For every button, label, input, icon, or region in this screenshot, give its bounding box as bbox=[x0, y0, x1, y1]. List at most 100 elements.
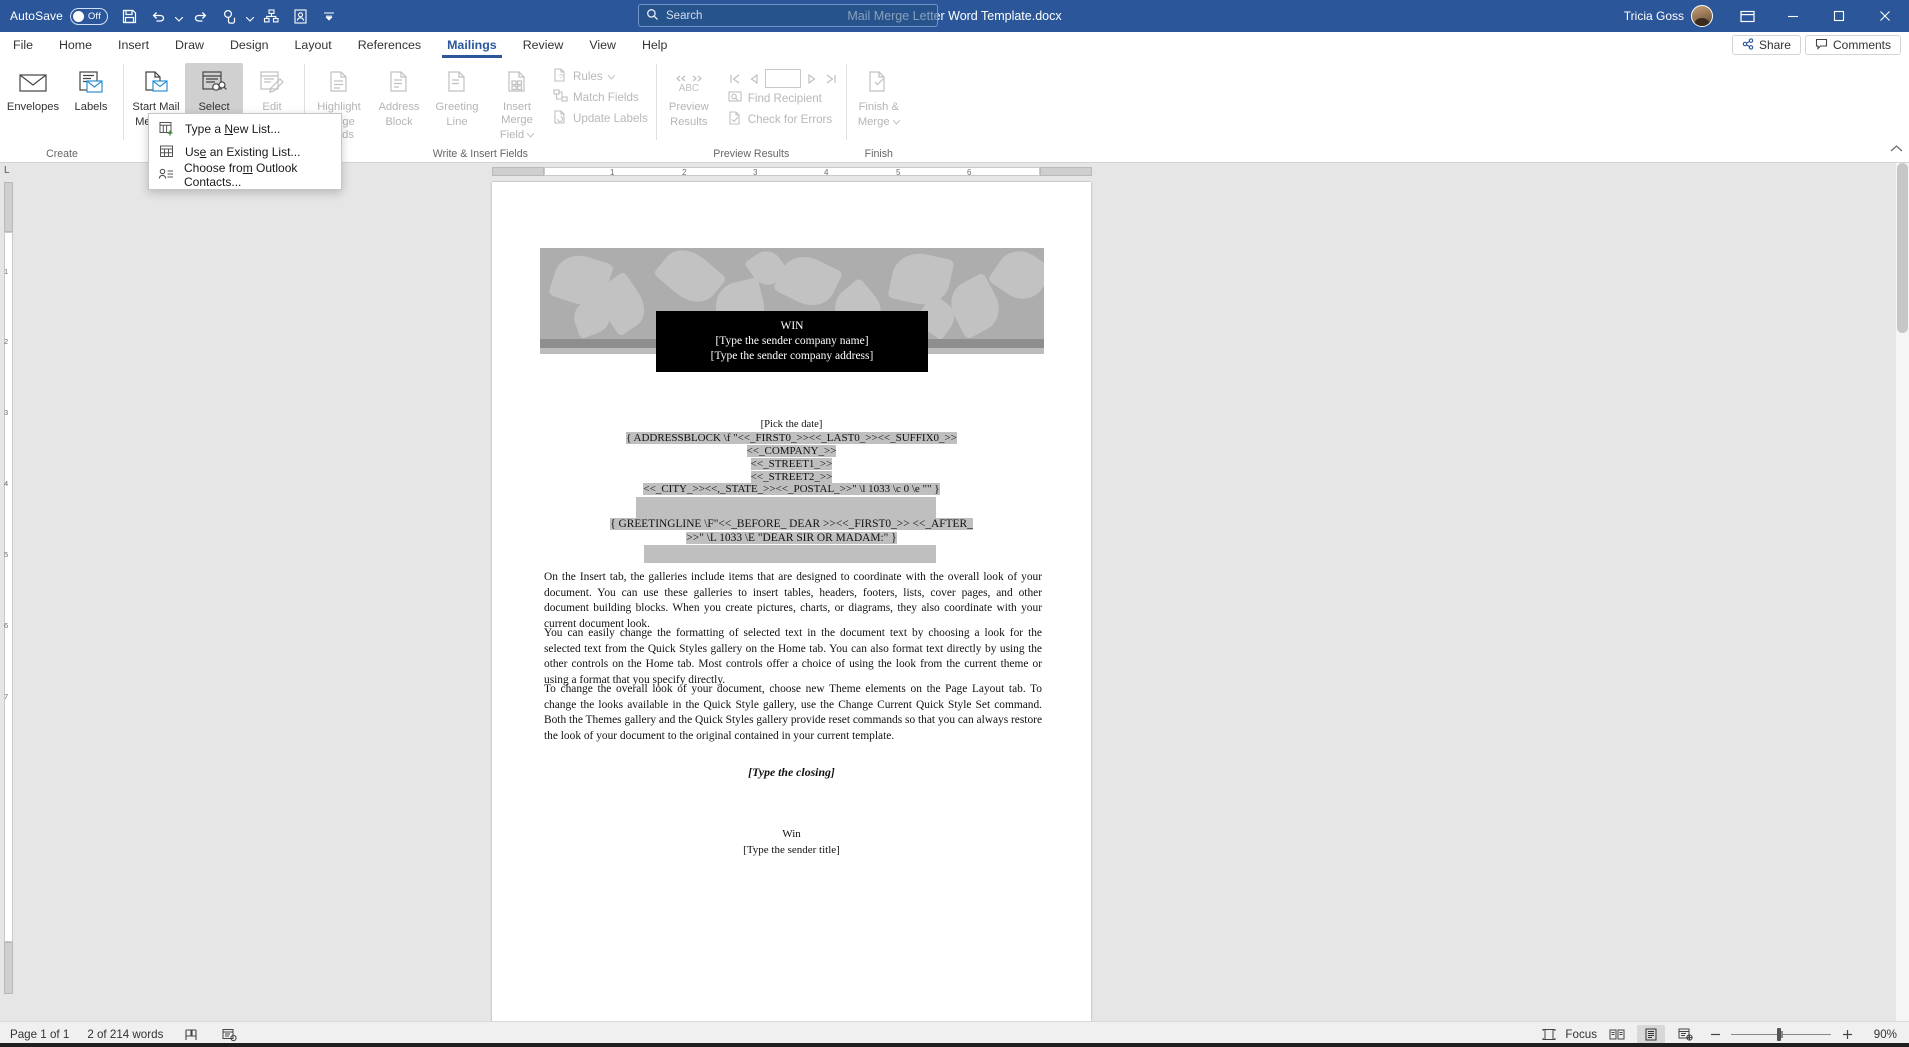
share-button[interactable]: Share bbox=[1731, 35, 1801, 55]
vruler-tick: 3 bbox=[4, 408, 9, 417]
menu-item-type-new-list[interactable]: Type a New List... bbox=[149, 117, 341, 140]
autosave-toggle-knob bbox=[72, 10, 84, 22]
contact-card-icon[interactable] bbox=[287, 3, 314, 29]
labels-button[interactable]: Labels bbox=[62, 63, 120, 116]
restore-button[interactable] bbox=[1817, 0, 1861, 32]
word-count-status[interactable]: 2 of 214 words bbox=[87, 1028, 163, 1041]
body-paragraph-3[interactable]: To change the overall look of your docum… bbox=[544, 682, 1042, 745]
tab-draw[interactable]: Draw bbox=[162, 32, 217, 58]
save-icon[interactable] bbox=[116, 3, 143, 29]
match-fields-command: Match Fields bbox=[548, 87, 653, 108]
focus-label[interactable]: Focus bbox=[1565, 1028, 1597, 1041]
address-block-field-line3-row[interactable]: <<_STREET1_>> bbox=[492, 458, 1091, 470]
web-layout-view-button[interactable] bbox=[1671, 1025, 1699, 1045]
ruler-margin-right bbox=[1040, 167, 1092, 176]
tab-view[interactable]: View bbox=[576, 32, 629, 58]
proofing-errors-icon[interactable] bbox=[181, 1025, 201, 1045]
zoom-in-icon[interactable] bbox=[1837, 1025, 1857, 1045]
collapse-ribbon-button[interactable] bbox=[1890, 142, 1903, 160]
menu-item-choose-outlook-contacts[interactable]: Choose from Outlook Contacts... bbox=[149, 161, 341, 189]
body-paragraph-1[interactable]: On the Insert tab, the galleries include… bbox=[544, 570, 1042, 633]
accessibility-checker-icon[interactable] bbox=[219, 1025, 239, 1045]
page-number-status[interactable]: Page 1 of 1 bbox=[10, 1028, 69, 1041]
vruler-margin-bottom bbox=[4, 942, 13, 994]
body-paragraph-2[interactable]: You can easily change the formatting of … bbox=[544, 626, 1042, 689]
ruler-tick: 1 bbox=[610, 168, 615, 177]
find-recipient-label: Find Recipient bbox=[747, 92, 822, 105]
close-button[interactable] bbox=[1863, 0, 1907, 32]
tab-review[interactable]: Review bbox=[510, 32, 577, 58]
labels-icon bbox=[76, 67, 106, 99]
tab-stop-selector[interactable]: L bbox=[4, 165, 10, 176]
greeting-line-field[interactable]: { GREETINGLINE \F"<<_BEFORE_ DEAR >><<_F… bbox=[492, 518, 1091, 530]
vertical-scrollbar[interactable] bbox=[1896, 163, 1909, 1021]
customize-qat-icon[interactable] bbox=[316, 3, 343, 29]
minimize-button[interactable] bbox=[1771, 0, 1815, 32]
envelopes-button[interactable]: Envelopes bbox=[4, 63, 62, 116]
ruler-tick: 3 bbox=[753, 168, 758, 177]
document-body: [Pick the date] { ADDRESSBLOCK \f "<<_FI… bbox=[492, 182, 1091, 1021]
address-block-field[interactable]: { ADDRESSBLOCK \f "<<_FIRST0_>><<_LAST0_… bbox=[492, 432, 1091, 444]
undo-chevron-down-icon[interactable] bbox=[174, 3, 185, 29]
organization-chart-icon[interactable] bbox=[258, 3, 285, 29]
ribbon-group-finish: Finish & Merge Finish bbox=[850, 58, 908, 162]
document-page[interactable]: WIN [Type the sender company name] [Type… bbox=[492, 182, 1091, 1021]
search-input[interactable] bbox=[666, 9, 930, 22]
redo-icon[interactable] bbox=[187, 3, 214, 29]
touch-mode-chevron-down-icon[interactable] bbox=[245, 3, 256, 29]
start-mail-merge-icon bbox=[141, 67, 171, 99]
select-recipients-dropdown-menu[interactable]: Type a New List... Use an Existing List.… bbox=[148, 113, 342, 190]
ribbon-display-options-icon[interactable] bbox=[1725, 0, 1769, 32]
preview-results-abc-icon: ABC bbox=[672, 67, 706, 99]
chevron-down-icon bbox=[892, 116, 901, 129]
signature-title-placeholder[interactable]: [Type the sender title] bbox=[492, 844, 1091, 856]
zoom-slider-thumb[interactable] bbox=[1777, 1028, 1781, 1041]
undo-icon[interactable] bbox=[145, 3, 172, 29]
address-block-label-2: Block bbox=[385, 116, 413, 129]
sender-company-name: [Type the sender company name] bbox=[715, 335, 869, 348]
address-field-line-2: <<_COMPANY_>> bbox=[746, 445, 837, 457]
autosave-toggle[interactable]: Off bbox=[69, 7, 108, 25]
zoom-slider[interactable] bbox=[1731, 1027, 1831, 1043]
greeting-field-line-2: >>" \L 1033 \E "DEAR SIR OR MADAM:" } bbox=[686, 532, 897, 544]
tab-references[interactable]: References bbox=[345, 32, 434, 58]
search-box[interactable] bbox=[638, 4, 938, 27]
check-for-errors-command: Check for Errors bbox=[723, 109, 843, 130]
user-account[interactable]: Tricia Goss bbox=[1624, 5, 1713, 27]
tab-layout[interactable]: Layout bbox=[282, 32, 345, 58]
find-recipient-command: Find Recipient bbox=[723, 88, 843, 109]
svg-text:?: ? bbox=[559, 74, 563, 81]
address-field-line-5: <<_CITY_>><<,_STATE_>><<_POSTAL_>>" \l 1… bbox=[643, 483, 940, 495]
focus-mode-icon[interactable] bbox=[1539, 1025, 1559, 1045]
tab-help[interactable]: Help bbox=[629, 32, 680, 58]
use-existing-list-icon bbox=[158, 143, 175, 160]
closing-placeholder[interactable]: [Type the closing] bbox=[492, 765, 1091, 780]
read-mode-view-button[interactable] bbox=[1603, 1025, 1631, 1045]
tab-design[interactable]: Design bbox=[217, 32, 282, 58]
date-placeholder[interactable]: [Pick the date] bbox=[492, 419, 1091, 430]
zoom-level-label[interactable]: 90% bbox=[1863, 1028, 1897, 1041]
scrollbar-thumb[interactable] bbox=[1897, 163, 1908, 333]
vertical-ruler[interactable]: L 1 2 3 4 5 6 7 bbox=[0, 163, 17, 1021]
tab-insert[interactable]: Insert bbox=[105, 32, 162, 58]
print-layout-view-button[interactable] bbox=[1637, 1024, 1665, 1045]
ruler-margin-left bbox=[492, 167, 544, 176]
avatar[interactable] bbox=[1691, 5, 1713, 27]
address-block-field-line5-row[interactable]: <<_CITY_>><<,_STATE_>><<_POSTAL_>>" \l 1… bbox=[492, 483, 1091, 495]
touch-mode-icon[interactable] bbox=[216, 3, 243, 29]
autosave-control[interactable]: AutoSave Off bbox=[10, 7, 108, 25]
type-new-list-icon bbox=[158, 120, 175, 137]
address-block-field-line4-row[interactable]: <<_STREET2_>> bbox=[492, 471, 1091, 483]
zoom-out-icon[interactable] bbox=[1705, 1025, 1725, 1045]
greeting-field-trailing-highlight bbox=[644, 545, 936, 563]
tab-home[interactable]: Home bbox=[46, 32, 105, 58]
tab-file[interactable]: File bbox=[0, 32, 46, 58]
address-block-field-line2-row[interactable]: <<_COMPANY_>> bbox=[492, 445, 1091, 457]
horizontal-ruler[interactable]: 1 2 3 4 5 6 bbox=[492, 163, 1092, 180]
greeting-line-field-line2-row[interactable]: >>" \L 1033 \E "DEAR SIR OR MADAM:" } bbox=[492, 532, 1091, 544]
tab-mailings[interactable]: Mailings bbox=[434, 32, 510, 58]
comments-button[interactable]: Comments bbox=[1804, 35, 1901, 55]
vruler-tick: 2 bbox=[4, 337, 9, 346]
highlight-merge-fields-icon bbox=[325, 67, 353, 99]
address-field-line-1: { ADDRESSBLOCK \f "<<_FIRST0_>><<_LAST0_… bbox=[626, 432, 957, 444]
